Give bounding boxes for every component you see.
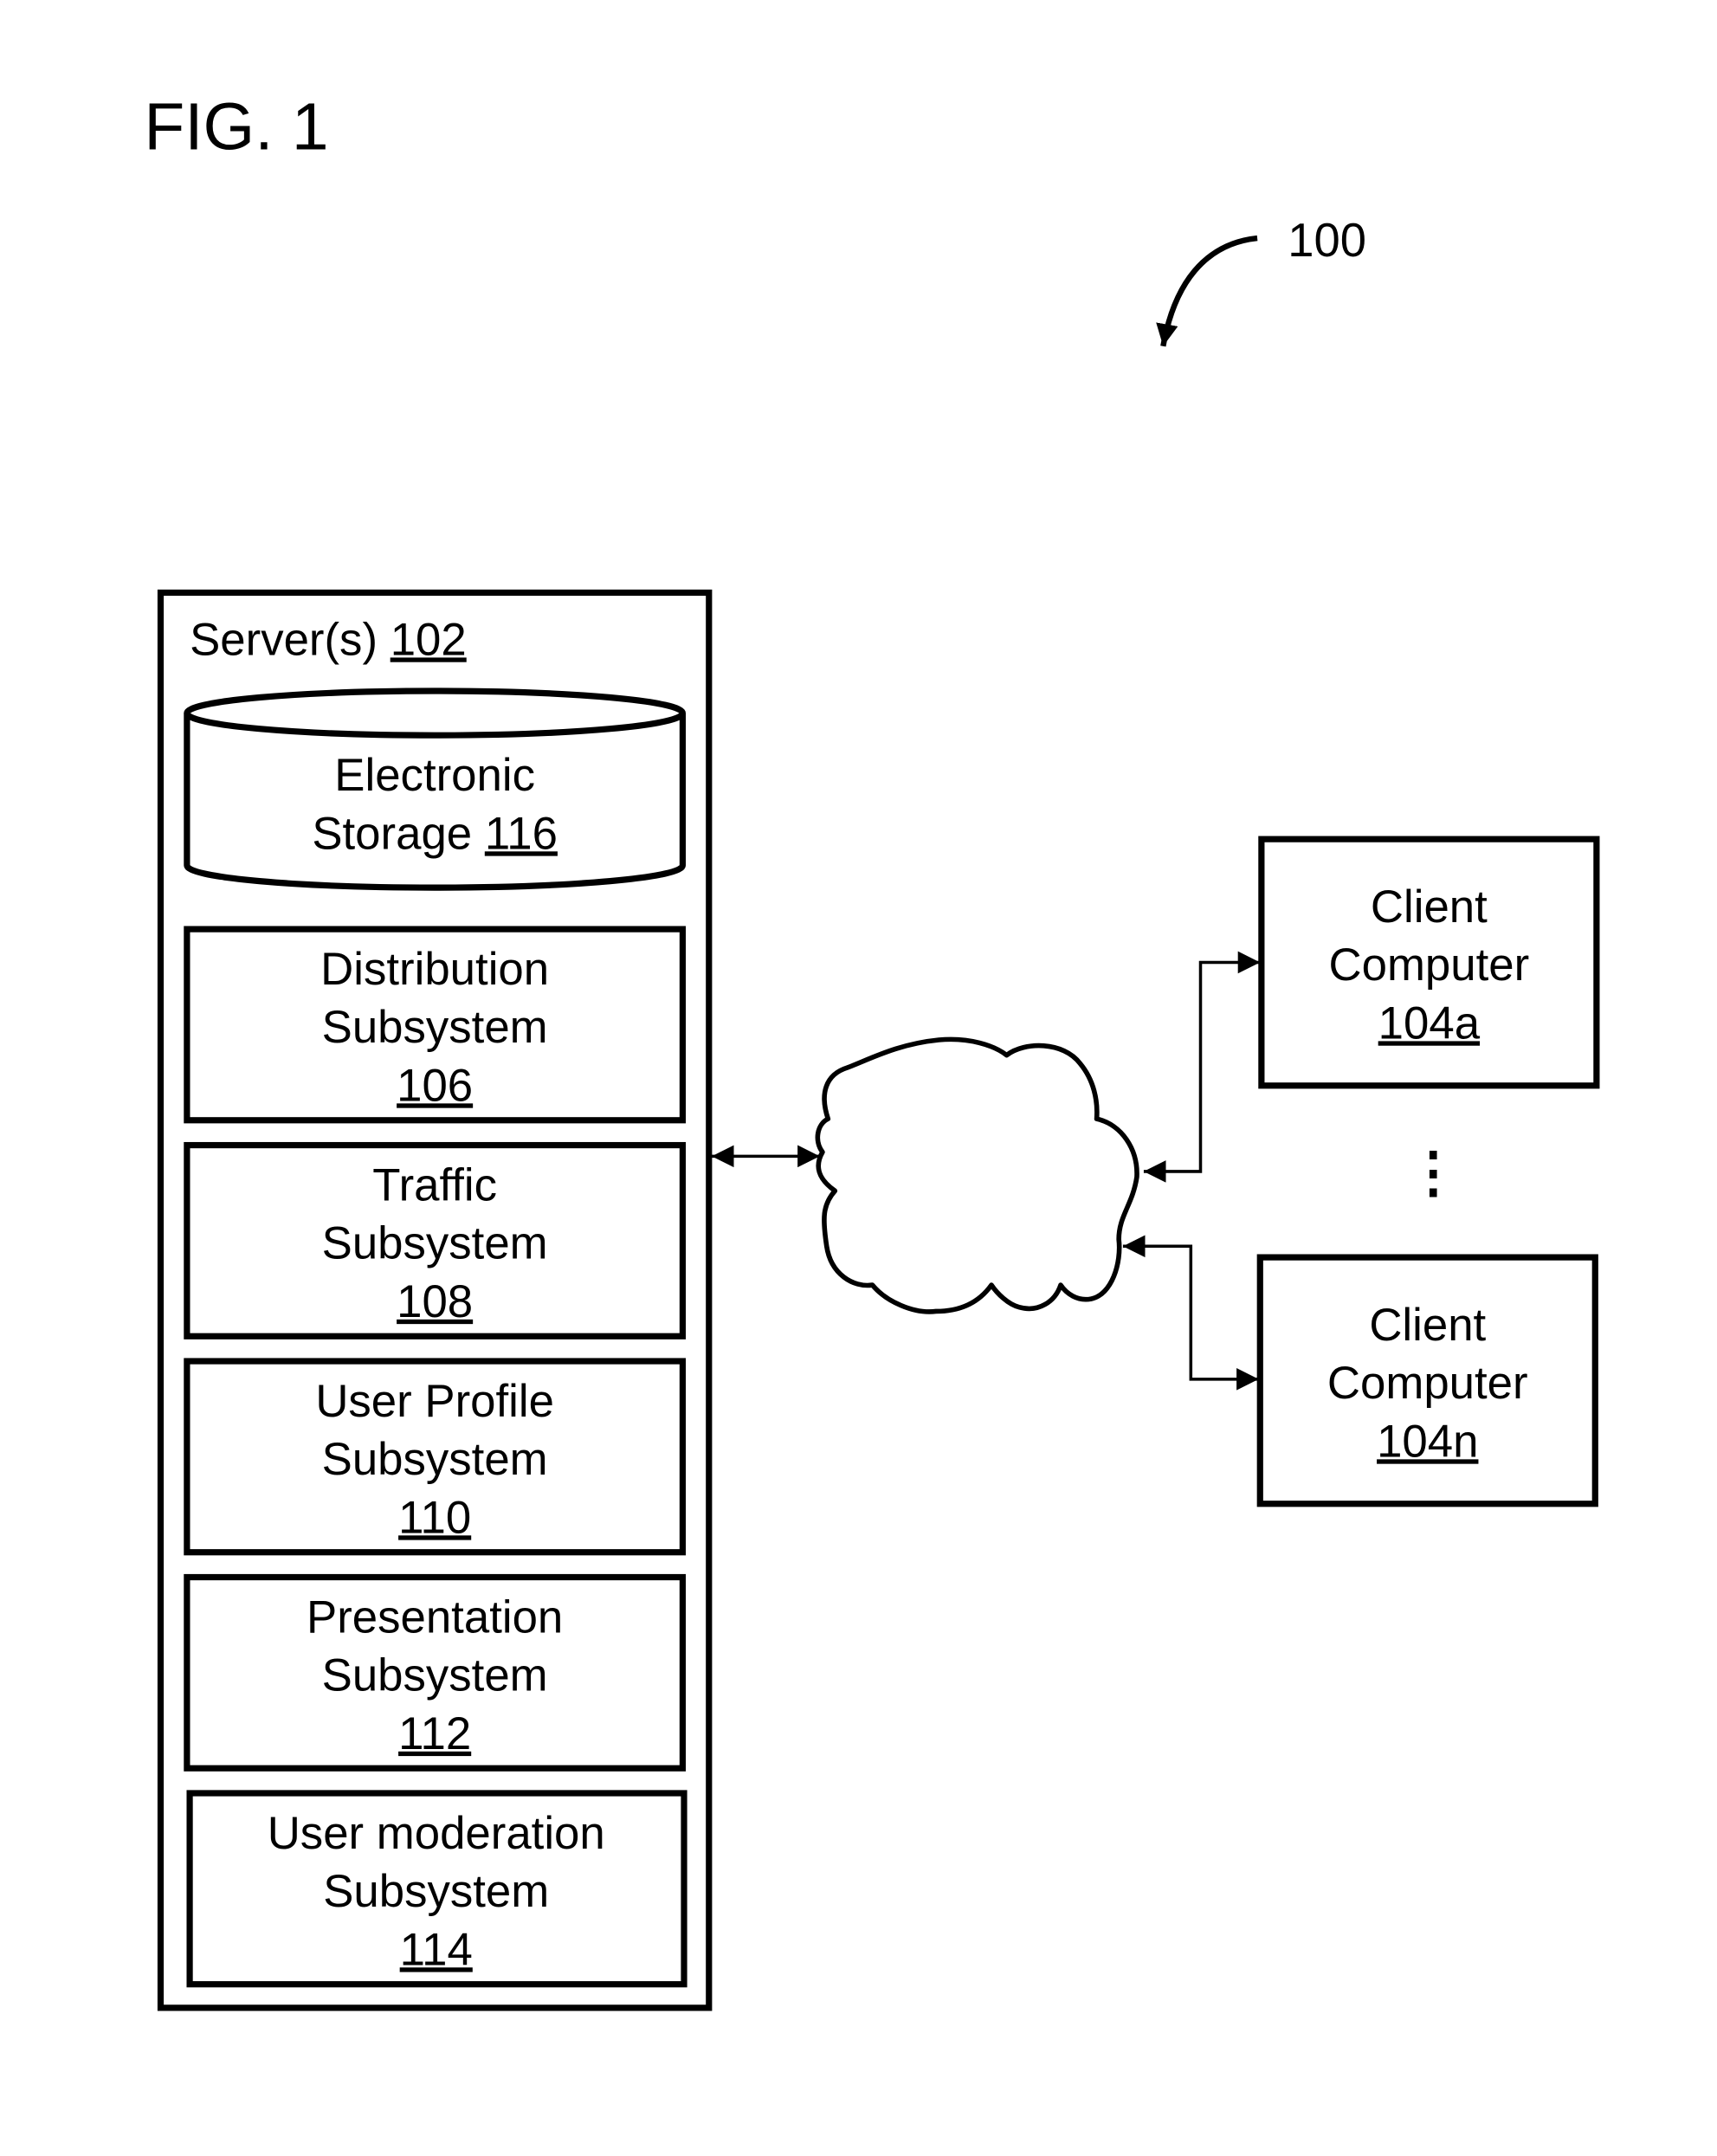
network-client-a-arrow — [1143, 951, 1261, 1183]
patent-diagram: FIG. 1 100 Server(s) 102 Electronic Stor… — [144, 91, 1600, 2011]
subsystem-line1: Traffic — [372, 1160, 497, 1211]
client-line2: Computer — [1329, 939, 1530, 991]
subsystem-line2: Subsystem — [322, 1002, 548, 1053]
subsystem-traffic: Traffic Subsystem 108 — [184, 1141, 687, 1339]
client-ref: 104a — [1378, 997, 1481, 1049]
network-client-n-arrow — [1122, 1235, 1259, 1391]
client-ref: 104n — [1377, 1416, 1478, 1467]
subsystem-ref: 106 — [397, 1060, 473, 1111]
subsystem-line1: Distribution — [320, 944, 549, 995]
system-ref-label: 100 — [1288, 214, 1366, 267]
client-line1: Client — [1371, 881, 1488, 933]
client-line1: Client — [1369, 1300, 1486, 1351]
subsystem-ref: 110 — [398, 1492, 471, 1543]
ellipsis-icon: ⋮ — [1405, 1140, 1461, 1203]
subsystem-line2: Subsystem — [322, 1218, 548, 1269]
subsystem-ref: 114 — [400, 1924, 473, 1975]
client-computer-a: Client Computer 104a — [1258, 836, 1600, 1089]
subsystem-ref: 108 — [397, 1276, 473, 1327]
subsystem-line1: Presentation — [307, 1591, 563, 1643]
subsystem-ref: 112 — [398, 1708, 471, 1759]
figure-title: FIG. 1 — [144, 91, 328, 165]
storage-line2: Storage 116 — [312, 808, 558, 859]
subsystem-distribution: Distribution Subsystem 106 — [184, 926, 687, 1124]
subsystem-line2: Subsystem — [322, 1434, 548, 1485]
electronic-storage: Electronic Storage 116 — [184, 687, 687, 891]
server-label: Server(s) 102 — [190, 614, 467, 665]
subsystem-line2: Subsystem — [322, 1650, 548, 1701]
subsystem-presentation: Presentation Subsystem 112 — [184, 1573, 687, 1772]
server-ref: 102 — [391, 614, 467, 665]
client-line2: Computer — [1327, 1358, 1528, 1409]
subsystem-line1: User moderation — [268, 1808, 605, 1859]
client-computer-n: Client Computer 104n — [1256, 1254, 1598, 1507]
subsystem-user-moderation: User moderation Subsystem 114 — [186, 1790, 687, 1988]
system-ref-arrow-icon — [1156, 235, 1258, 347]
storage-line1: Electronic — [334, 750, 535, 801]
subsystem-line2: Subsystem — [323, 1866, 549, 1917]
network-cloud-icon — [815, 1036, 1139, 1314]
subsystem-line1: User Profile — [315, 1376, 554, 1427]
subsystem-user-profile: User Profile Subsystem 110 — [184, 1358, 687, 1556]
storage-ref: 116 — [485, 808, 558, 859]
